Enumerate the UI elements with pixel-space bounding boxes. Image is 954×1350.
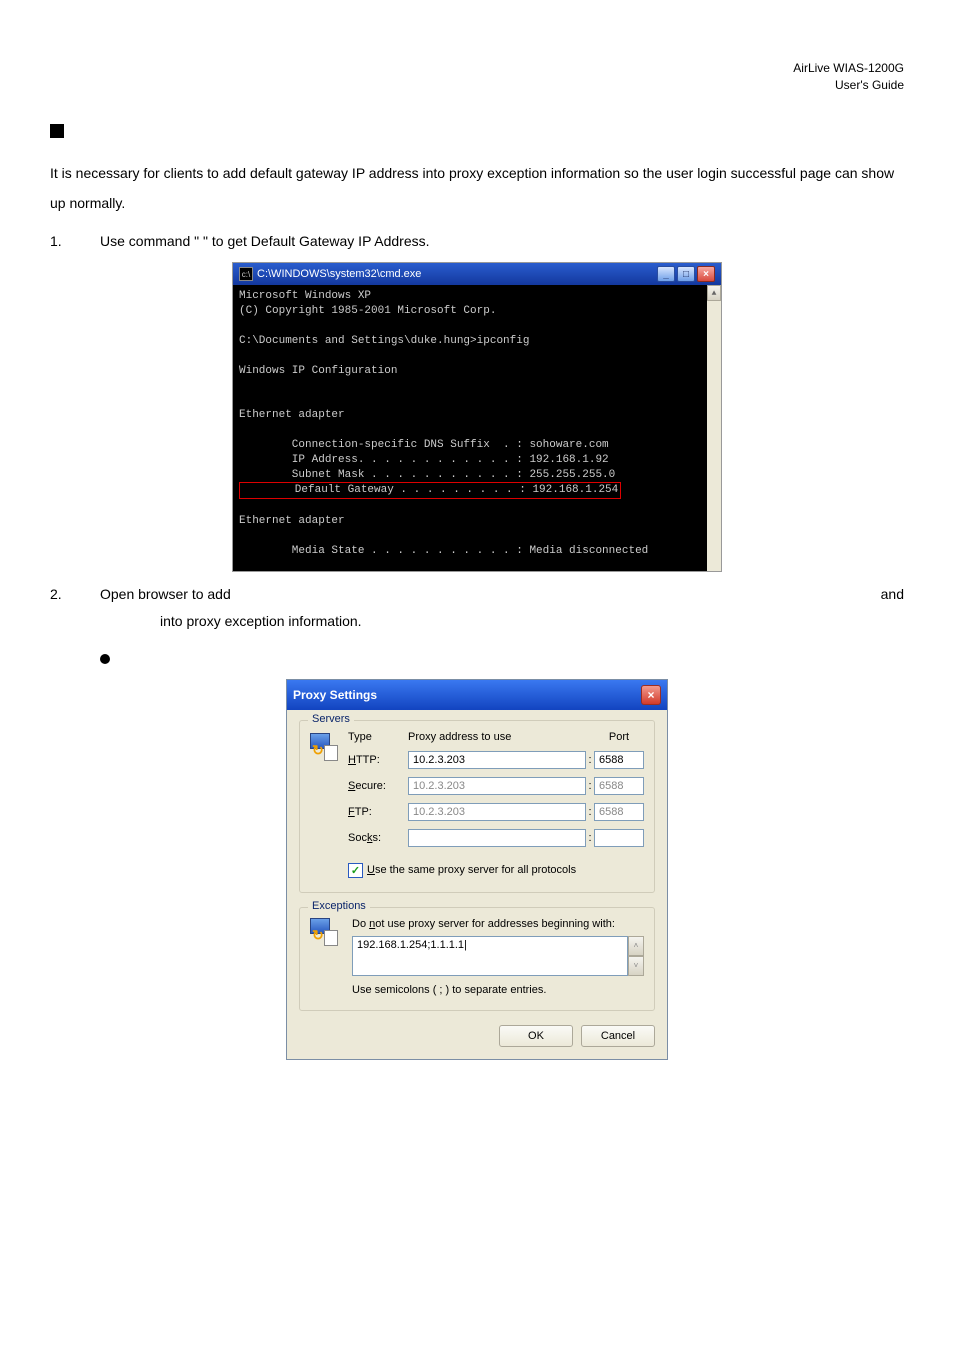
socks-port-input[interactable] (594, 829, 644, 847)
scroll-up-button[interactable]: ▲ (707, 285, 721, 301)
servers-fieldset: Servers ↻ Type Proxy address to use Port… (299, 720, 655, 893)
cmd-line: (C) Copyright 1985-2001 Microsoft Corp. (239, 305, 496, 317)
http-address-input[interactable] (408, 751, 586, 769)
exceptions-spinner[interactable]: ˄ ˅ (628, 936, 644, 976)
minimize-button[interactable]: _ (657, 266, 675, 282)
spin-down-button[interactable]: ˅ (628, 956, 644, 976)
cancel-button[interactable]: Cancel (581, 1025, 655, 1047)
proxy-close-button[interactable]: × (641, 685, 661, 705)
cmd-titlebar: c:\ C:\WINDOWS\system32\cmd.exe _ □ × (233, 263, 721, 285)
exceptions-legend: Exceptions (308, 900, 370, 912)
cmd-line: Subnet Mask . . . . . . . . . . . : 255.… (239, 469, 615, 481)
step-1-text-post: " to get Default Gateway IP Address. (203, 233, 430, 249)
exceptions-icon: ↻ (310, 918, 348, 996)
ftp-address-input (408, 803, 586, 821)
row-label-http: HTTP: (348, 754, 408, 766)
step-2-text-pre: Open browser to add (100, 582, 231, 607)
cmd-title-text: C:\WINDOWS\system32\cmd.exe (257, 268, 421, 280)
proxy-title-text: Proxy Settings (293, 688, 377, 702)
step-2-number: 2. (50, 582, 100, 607)
spin-up-button[interactable]: ˄ (628, 936, 644, 956)
cmd-line: Ethernet adapter (239, 409, 345, 421)
http-port-input[interactable] (594, 751, 644, 769)
cmd-line: Ethernet adapter (239, 515, 345, 527)
servers-icon: ↻ (310, 731, 348, 761)
colon: : (586, 754, 594, 766)
step-2-text-mid: and (881, 582, 904, 607)
bullet-icon (100, 654, 110, 664)
cmd-icon: c:\ (239, 267, 253, 281)
colon: : (586, 780, 594, 792)
col-header-type: Type (348, 731, 408, 743)
exceptions-note: Use semicolons ( ; ) to separate entries… (352, 984, 644, 996)
doc-header-line1: AirLive WIAS-1200G (793, 61, 904, 75)
row-label-socks: Socks: (348, 832, 408, 844)
socks-address-input[interactable] (408, 829, 586, 847)
cmd-output: Microsoft Windows XP (C) Copyright 1985-… (233, 285, 721, 570)
colon: : (586, 806, 594, 818)
secure-address-input (408, 777, 586, 795)
cmd-line: IP Address. . . . . . . . . . . . : 192.… (239, 454, 609, 466)
col-header-port: Port (594, 731, 644, 743)
section-marker-icon (50, 124, 64, 138)
proxy-titlebar: Proxy Settings × (287, 680, 667, 710)
step-2: 2. Open browser to add and (50, 582, 904, 607)
servers-legend: Servers (308, 713, 354, 725)
step-2-text-post: into proxy exception information. (160, 613, 362, 629)
cmd-line-highlight: Default Gateway . . . . . . . . . : 192.… (239, 482, 621, 499)
cmd-line: Microsoft Windows XP (239, 290, 371, 302)
cmd-scrollbar[interactable]: ▲ (707, 285, 721, 570)
maximize-button[interactable]: □ (677, 266, 695, 282)
same-proxy-label: Use the same proxy server for all protoc… (367, 864, 576, 876)
sub-bullet (100, 654, 904, 664)
exceptions-text: Do not use proxy server for addresses be… (352, 918, 644, 930)
close-button[interactable]: × (697, 266, 715, 282)
col-header-address: Proxy address to use (408, 731, 586, 743)
cmd-line: Media State . . . . . . . . . . . : Medi… (239, 545, 648, 557)
cmd-line: Connection-specific DNS Suffix . : sohow… (239, 439, 609, 451)
cmd-window: c:\ C:\WINDOWS\system32\cmd.exe _ □ × Mi… (232, 262, 722, 571)
colon: : (586, 832, 594, 844)
exceptions-textarea[interactable] (352, 936, 628, 976)
secure-port-input (594, 777, 644, 795)
same-proxy-checkbox[interactable]: ✓ (348, 863, 363, 878)
cmd-line: C:\Documents and Settings\duke.hung>ipco… (239, 335, 529, 347)
ok-button[interactable]: OK (499, 1025, 573, 1047)
intro-paragraph: It is necessary for clients to add defau… (50, 158, 904, 220)
step-1: 1. Use command " " to get Default Gatewa… (50, 229, 904, 254)
exceptions-fieldset: Exceptions ↻ Do not use proxy server for… (299, 907, 655, 1011)
row-label-ftp: FTP: (348, 806, 408, 818)
cmd-line: Windows IP Configuration (239, 365, 397, 377)
doc-header: AirLive WIAS-1200G User's Guide (50, 60, 904, 94)
step-1-number: 1. (50, 229, 100, 254)
row-label-secure: Secure: (348, 780, 408, 792)
proxy-settings-dialog: Proxy Settings × Servers ↻ Type Proxy ad… (286, 679, 668, 1060)
step-1-text-pre: Use command " (100, 233, 199, 249)
doc-header-line2: User's Guide (835, 78, 904, 92)
ftp-port-input (594, 803, 644, 821)
